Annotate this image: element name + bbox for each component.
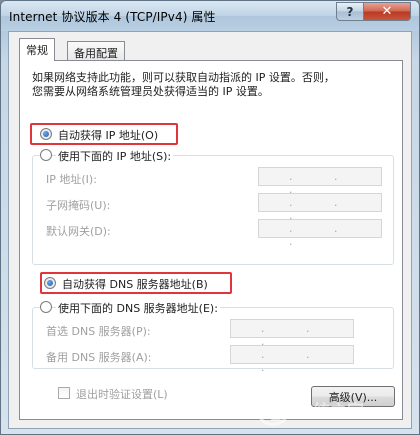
preferred-dns-label: 首选 DNS 服务器(P): — [46, 325, 151, 338]
description-text: 如果网络支持此功能，则可以获取自动指派的 IP 设置。否则， 您需要从网络系统管… — [32, 71, 335, 99]
ip-address-input[interactable]: . . . — [258, 167, 382, 196]
description-line-1: 如果网络支持此功能，则可以获取自动指派的 IP 设置。否则， — [32, 71, 335, 84]
subnet-mask-label: 子网掩码(U): — [46, 199, 111, 212]
dialog-window: Internet 协议版本 4 (TCP/IPv4) 属性 ? ✕ 常规 备用配… — [0, 0, 420, 435]
ip-auto-radio[interactable] — [40, 128, 52, 140]
subnet-mask-input[interactable]: . . . — [258, 193, 382, 222]
ip-auto-label[interactable]: 自动获得 IP 地址(O) — [58, 127, 158, 143]
tab-general[interactable]: 常规 — [19, 38, 55, 61]
validate-settings-label[interactable]: 退出时验证设置(L) — [76, 386, 168, 402]
default-gateway-label: 默认网关(D): — [46, 225, 111, 238]
help-button[interactable]: ? — [336, 2, 364, 21]
dns-manual-radio[interactable] — [40, 301, 52, 313]
alternate-dns-label: 备用 DNS 服务器(A): — [46, 351, 152, 364]
watermark-logo-icon — [256, 392, 290, 426]
validate-settings-checkbox[interactable] — [58, 387, 70, 399]
default-gateway-input[interactable]: . . . — [258, 219, 382, 248]
tab-panel-general: 如果网络支持此功能，则可以获取自动指派的 IP 设置。否则， 您需要从网络系统管… — [19, 60, 403, 420]
watermark-logo: 系统之家 — [256, 389, 416, 429]
dns-auto-label[interactable]: 自动获得 DNS 服务器地址(B) — [62, 276, 208, 292]
dialog-body: 常规 备用配置 如果网络支持此功能，则可以获取自动指派的 IP 设置。否则， 您… — [8, 31, 412, 429]
close-icon: ✕ — [381, 4, 393, 19]
ip-manual-radio[interactable] — [40, 149, 52, 161]
dns-manual-label[interactable]: 使用下面的 DNS 服务器地址(E): — [56, 300, 220, 316]
title-bar[interactable]: Internet 协议版本 4 (TCP/IPv4) 属性 ? ✕ — [1, 1, 419, 31]
alternate-dns-input[interactable]: . . . — [230, 345, 354, 374]
help-icon: ? — [346, 4, 354, 19]
preferred-dns-input[interactable]: . . . — [230, 319, 354, 348]
ip-manual-label[interactable]: 使用下面的 IP 地址(S): — [56, 148, 174, 164]
window-title: Internet 协议版本 4 (TCP/IPv4) 属性 — [9, 10, 216, 24]
tab-alternate-configuration[interactable]: 备用配置 — [67, 41, 125, 61]
default-gateway-value: . . . — [289, 222, 357, 248]
alternate-dns-value: . . . — [261, 348, 329, 374]
close-button[interactable]: ✕ — [363, 2, 411, 21]
description-line-2: 您需要从网络系统管理员处获得适当的 IP 设置。 — [32, 85, 269, 98]
ip-address-label: IP 地址(I): — [46, 173, 97, 186]
watermark-text: 系统之家 — [296, 401, 364, 422]
dns-auto-radio[interactable] — [44, 277, 56, 289]
